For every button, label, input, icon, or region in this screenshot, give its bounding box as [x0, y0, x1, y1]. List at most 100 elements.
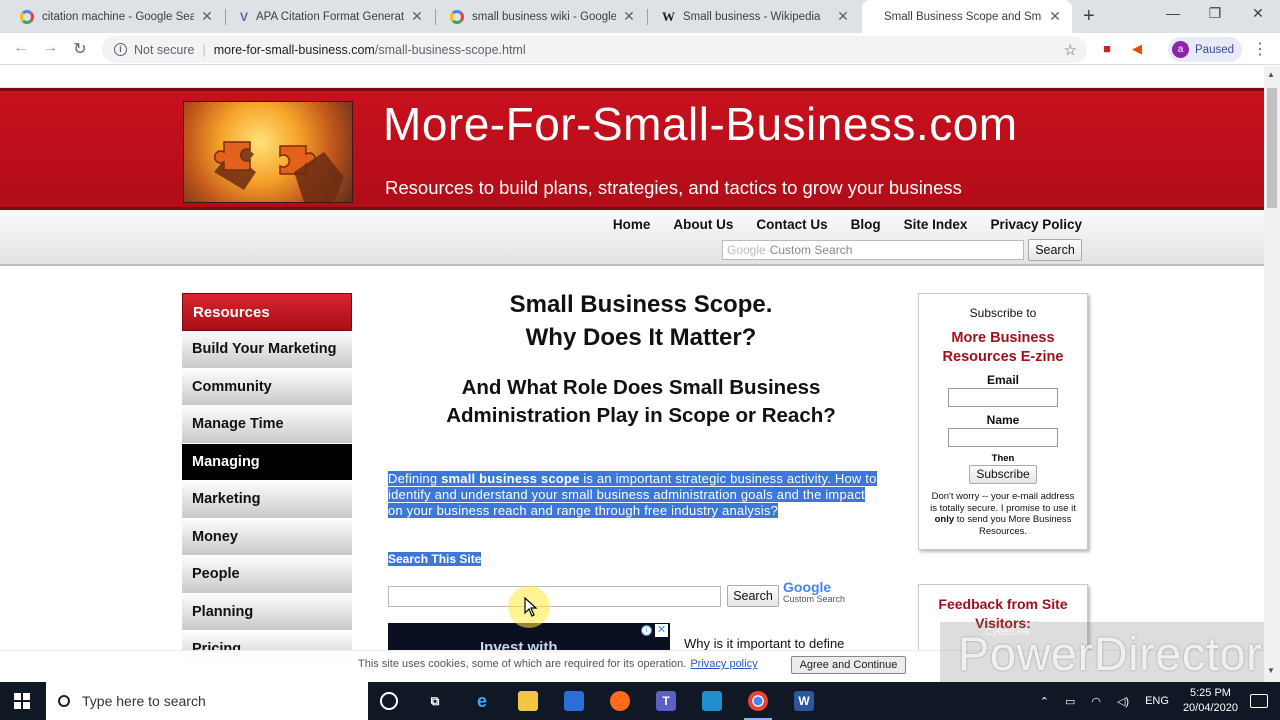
forward-icon[interactable]: →	[39, 39, 61, 57]
tab-citation-machine[interactable]: citation machine - Google Sear ✕	[6, 0, 224, 33]
browser-toolbar: ← → ↻ i Not secure | more-for-small-busi…	[0, 33, 1280, 65]
word-icon[interactable]: W	[794, 691, 814, 711]
windows-start-icon[interactable]	[14, 693, 30, 709]
clock-time: 5:25 PM	[1189, 687, 1231, 699]
search-placeholder: Custom Search	[769, 243, 853, 257]
search-icon	[58, 695, 70, 707]
privacy-policy-link[interactable]: Privacy policy	[690, 658, 757, 670]
close-window-icon[interactable]: ✕	[1243, 5, 1273, 22]
taskbar-search-box[interactable]: Type here to search	[46, 682, 368, 720]
section-heading-partial: Why is it important to define	[684, 636, 845, 651]
camera-app-icon[interactable]	[702, 691, 722, 711]
address-separator: |	[202, 42, 206, 57]
extension-icon[interactable]: ■	[1099, 41, 1115, 57]
profile-status: Paused	[1195, 43, 1235, 56]
sidebar-item-planning[interactable]: Planning	[182, 593, 352, 631]
new-tab-button[interactable]: +	[1083, 5, 1095, 28]
email-field[interactable]	[948, 388, 1058, 407]
name-field[interactable]	[948, 428, 1058, 447]
nav-site-index[interactable]: Site Index	[904, 217, 968, 232]
tab-label: small business wiki - Google Se	[472, 10, 616, 23]
ezine-title-line2: Resources E-zine	[942, 349, 1064, 365]
avatar: a	[1172, 41, 1189, 58]
agree-and-continue-button[interactable]: Agree and Continue	[791, 656, 906, 674]
google-custom-search-logo: Google Custom Search	[783, 579, 845, 604]
page-title-line1: Small Business Scope.	[509, 291, 773, 318]
sidebar-item-manage-time[interactable]: Manage Time	[182, 406, 352, 444]
address-bar[interactable]: i Not secure | more-for-small-business.c…	[102, 36, 1087, 63]
scroll-up-icon[interactable]: ▲	[1267, 70, 1275, 79]
task-view-icon[interactable]: ⧉	[425, 691, 445, 711]
cyberlink-watermark: CyberLink	[985, 627, 1031, 638]
file-explorer-icon[interactable]	[518, 691, 538, 711]
close-tab-icon[interactable]: ✕	[836, 8, 850, 25]
cortana-icon[interactable]	[380, 692, 398, 710]
restore-icon[interactable]: ❐	[1200, 5, 1230, 22]
profile-button[interactable]: a Paused	[1168, 37, 1242, 62]
intro-text-start: Defining	[388, 471, 442, 486]
tab-wikipedia[interactable]: W Small business - Wikipedia ✕	[648, 0, 860, 33]
clock[interactable]: 5:25 PM 20/04/2020	[1183, 686, 1238, 716]
sidebar-item-money[interactable]: Money	[182, 518, 352, 556]
info-icon[interactable]: i	[114, 43, 127, 56]
menu-kebab-icon[interactable]: ⋮	[1252, 39, 1268, 59]
ezine-title-line1: More Business	[951, 330, 1055, 346]
adchoices-icon[interactable]: i	[641, 625, 652, 636]
notification-icon[interactable]	[1250, 694, 1268, 708]
page-scrollbar[interactable]: ▲ ▼	[1264, 66, 1280, 682]
custom-search-button[interactable]: Search	[727, 585, 779, 607]
nav-about-us[interactable]: About Us	[673, 217, 733, 232]
sidebar-item-managing[interactable]: Managing	[182, 443, 352, 481]
bookmark-star-icon[interactable]: ☆	[1064, 41, 1077, 59]
search-this-site-heading: Search This Site	[388, 552, 482, 566]
sidebar-item-people[interactable]: People	[182, 556, 352, 594]
nav-home[interactable]: Home	[613, 217, 651, 232]
web-page: More-For-Small-Business.com Resources to…	[0, 66, 1264, 682]
ezine-subscribe-box: Subscribe to More Business Resources E-z…	[918, 293, 1088, 550]
scroll-down-icon[interactable]: ▼	[1267, 666, 1275, 675]
sidebar-item-marketing[interactable]: Marketing	[182, 481, 352, 519]
google-icon	[20, 9, 34, 24]
ad-close-icon[interactable]: ✕	[655, 624, 668, 637]
close-tab-icon[interactable]: ✕	[1048, 8, 1062, 25]
chrome-icon[interactable]	[744, 691, 772, 720]
sidebar-item-build-your-marketing[interactable]: Build Your Marketing	[182, 331, 352, 369]
tab-small-business-scope[interactable]: Small Business Scope and Sma ✕	[862, 0, 1072, 33]
chevron-up-icon[interactable]: ⌃	[1040, 695, 1049, 708]
volume-icon[interactable]: ◁)	[1117, 695, 1129, 708]
wifi-icon[interactable]: ◠	[1091, 695, 1101, 708]
close-tab-icon[interactable]: ✕	[622, 8, 636, 25]
scrollbar-thumb[interactable]	[1267, 88, 1277, 208]
edge-icon[interactable]: e	[472, 691, 492, 711]
minimize-icon[interactable]: —	[1158, 5, 1188, 21]
url-path: /small-business-scope.html	[374, 42, 526, 57]
battery-icon[interactable]: ▭	[1065, 695, 1075, 708]
sidebar-item-community[interactable]: Community	[182, 368, 352, 406]
language-indicator[interactable]: ENG	[1145, 695, 1169, 707]
site-search-button[interactable]: Search	[1028, 239, 1082, 261]
firefox-icon[interactable]	[610, 691, 630, 711]
nav-privacy-policy[interactable]: Privacy Policy	[990, 217, 1082, 232]
intro-paragraph[interactable]: Defining small business scope is an impo…	[388, 471, 882, 519]
store-icon[interactable]	[564, 691, 584, 711]
teams-icon[interactable]: T	[656, 691, 676, 711]
close-tab-icon[interactable]: ✕	[410, 8, 424, 25]
megaphone-extension-icon[interactable]: ◀	[1129, 41, 1145, 57]
subscribe-button[interactable]: Subscribe	[969, 465, 1037, 484]
email-label: Email	[986, 373, 1019, 387]
then-label: Then	[991, 453, 1015, 464]
back-icon[interactable]: ←	[10, 39, 32, 57]
sidebar-header[interactable]: Resources	[182, 293, 352, 331]
tab-small-business-wiki-search[interactable]: small business wiki - Google Se ✕	[436, 0, 646, 33]
google-watermark: Google	[727, 243, 766, 257]
site-title[interactable]: More-For-Small-Business.com	[383, 97, 1018, 151]
reload-icon[interactable]: ↻	[69, 39, 91, 59]
nav-contact-us[interactable]: Contact Us	[756, 217, 827, 232]
system-tray: ⌃ ▭ ◠ ◁) ENG 5:25 PM 20/04/2020	[1032, 682, 1280, 720]
close-tab-icon[interactable]: ✕	[200, 8, 214, 25]
tab-apa-citation[interactable]: V APA Citation Format Generator ✕	[226, 0, 434, 33]
site-search-input[interactable]: Google Custom Search	[722, 240, 1024, 260]
nav-blog[interactable]: Blog	[851, 217, 881, 232]
custom-search-input[interactable]	[388, 586, 721, 607]
windows-taskbar: Type here to search ⧉ e T W ⌃ ▭ ◠ ◁) ENG…	[0, 682, 1280, 720]
